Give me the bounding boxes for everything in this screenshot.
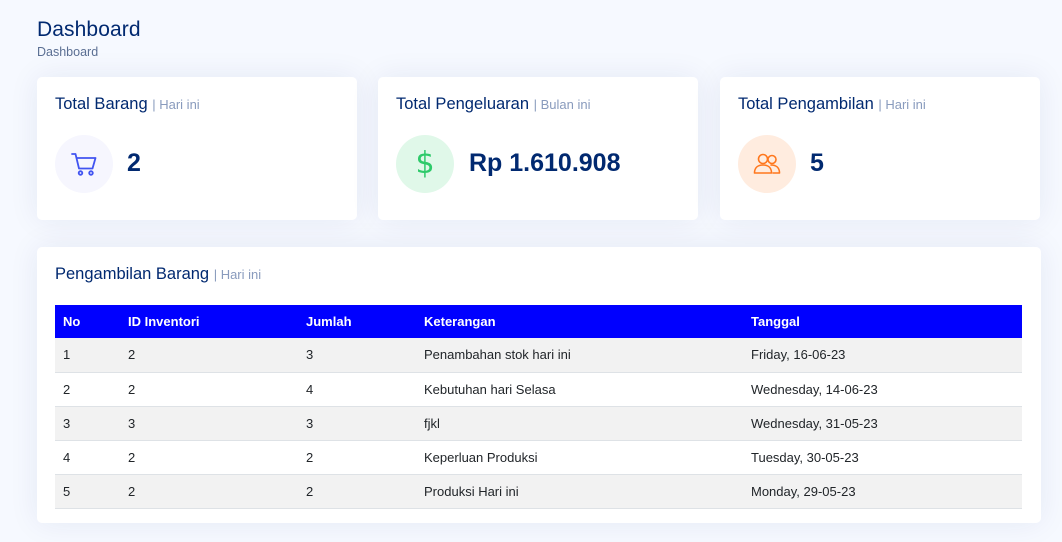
column-header-keterangan: Keterangan: [424, 314, 496, 329]
total-barang-value: 2: [127, 149, 141, 177]
card-period: | Hari ini: [213, 267, 262, 282]
table-row: 1 2 3 Penambahan stok hari ini Friday, 1…: [55, 338, 1022, 373]
total-pengeluaran-value: Rp 1.610.908: [469, 149, 621, 177]
cell-no: 5: [55, 474, 120, 509]
total-barang-card: Total Barang | Hari ini 2: [37, 77, 357, 220]
card-period: | Hari ini: [878, 97, 926, 112]
table-row: 3 3 3 fjkl Wednesday, 31-05-23: [55, 406, 1022, 441]
cell-no: 1: [55, 338, 120, 373]
column-header-no: No: [63, 314, 81, 329]
cell-id-inventori: 3: [120, 406, 298, 441]
cell-no: 3: [55, 406, 120, 441]
total-pengeluaran-card: Total Pengeluaran | Bulan ini $ Rp 1.610…: [378, 77, 698, 220]
cell-keterangan: Keperluan Produksi: [416, 440, 743, 475]
cell-no: 2: [55, 372, 120, 407]
card-title-text: Total Pengeluaran: [396, 95, 530, 113]
cell-jumlah: 4: [298, 372, 416, 407]
total-pengambilan-value: 5: [810, 149, 824, 177]
cell-tanggal: Wednesday, 31-05-23: [743, 406, 1022, 441]
page-title: Dashboard: [37, 18, 141, 41]
card-period: | Hari ini: [152, 97, 200, 112]
people-icon: [738, 135, 796, 193]
cell-keterangan: fjkl: [416, 406, 743, 441]
cell-id-inventori: 2: [120, 440, 298, 475]
cell-id-inventori: 2: [120, 338, 298, 373]
table-row: 5 2 2 Produksi Hari ini Monday, 29-05-23: [55, 474, 1022, 509]
card-title: Total Barang | Hari ini: [55, 95, 200, 114]
breadcrumb[interactable]: Dashboard: [37, 45, 141, 59]
cell-keterangan: Produksi Hari ini: [416, 474, 743, 509]
card-title: Total Pengambilan | Hari ini: [738, 95, 926, 114]
page-title-block: Dashboard Dashboard: [37, 16, 141, 59]
dollar-icon: $: [396, 135, 454, 193]
cell-jumlah: 3: [298, 338, 416, 373]
cell-jumlah: 3: [298, 406, 416, 441]
cell-keterangan: Kebutuhan hari Selasa: [416, 372, 743, 407]
column-header-tanggal: Tanggal: [751, 314, 800, 329]
column-header-jumlah: Jumlah: [306, 314, 352, 329]
card-title: Pengambilan Barang | Hari ini: [55, 265, 261, 284]
cell-tanggal: Tuesday, 30-05-23: [743, 440, 1022, 475]
cell-tanggal: Friday, 16-06-23: [743, 338, 1022, 373]
card-title-text: Total Pengambilan: [738, 95, 874, 113]
card-title-text: Total Barang: [55, 95, 148, 113]
cart-icon: [55, 135, 113, 193]
card-title-text: Pengambilan Barang: [55, 265, 210, 283]
cell-id-inventori: 2: [120, 372, 298, 407]
pengambilan-table: No ID Inventori Jumlah Keterangan Tangga…: [55, 305, 1022, 509]
cell-no: 4: [55, 440, 120, 475]
cell-jumlah: 2: [298, 440, 416, 475]
cell-id-inventori: 2: [120, 474, 298, 509]
card-period: | Bulan ini: [533, 97, 591, 112]
table-row: 2 2 4 Kebutuhan hari Selasa Wednesday, 1…: [55, 372, 1022, 407]
cell-keterangan: Penambahan stok hari ini: [416, 338, 743, 373]
table-header-row: No ID Inventori Jumlah Keterangan Tangga…: [55, 305, 1022, 338]
column-header-id-inventori: ID Inventori: [128, 314, 200, 329]
cell-jumlah: 2: [298, 474, 416, 509]
table-row: 4 2 2 Keperluan Produksi Tuesday, 30-05-…: [55, 440, 1022, 475]
cell-tanggal: Wednesday, 14-06-23: [743, 372, 1022, 407]
dashboard-page: Dashboard Dashboard Total Barang | Hari …: [0, 0, 1062, 542]
card-title: Total Pengeluaran | Bulan ini: [396, 95, 590, 114]
pengambilan-barang-card: Pengambilan Barang | Hari ini No ID Inve…: [37, 247, 1041, 523]
cell-tanggal: Monday, 29-05-23: [743, 474, 1022, 509]
total-pengambilan-card: Total Pengambilan | Hari ini 5: [720, 77, 1040, 220]
